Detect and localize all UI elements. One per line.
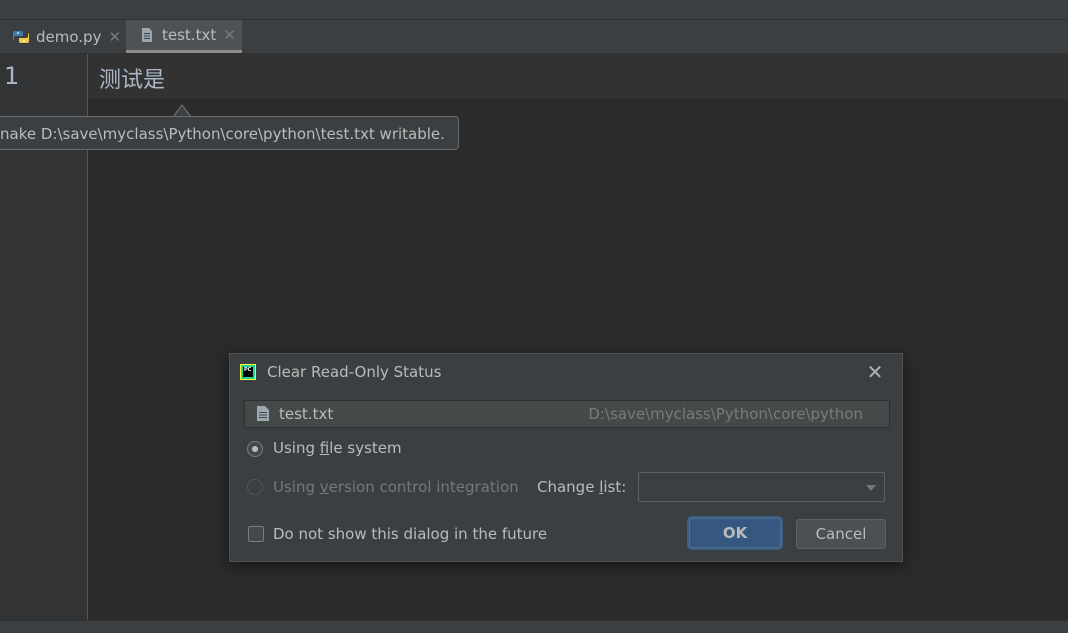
pycharm-logo-icon: PC (240, 364, 256, 380)
chevron-down-icon (866, 485, 876, 491)
change-list-label: Change list: (537, 478, 627, 496)
vcs-integration-label: Using version control integration (273, 478, 519, 496)
close-icon[interactable]: ✕ (223, 26, 236, 44)
editor-tab-bar: demo.py ✕ test.txt ✕ (0, 20, 1068, 54)
editor-content[interactable]: 测试是 (99, 62, 165, 94)
tab-label: test.txt (162, 26, 217, 44)
tab-test-txt[interactable]: test.txt ✕ (126, 20, 242, 53)
title-strip (0, 0, 1068, 20)
line-number: 1 (4, 62, 20, 90)
close-icon[interactable]: ✕ (108, 28, 121, 46)
python-file-icon (12, 28, 30, 46)
current-line-highlight (88, 54, 1068, 99)
tab-demo-py[interactable]: demo.py ✕ (8, 20, 124, 53)
clear-read-only-dialog: PC Clear Read-Only Status ✕ test.txt D:\… (229, 353, 903, 562)
status-bar (0, 620, 1068, 633)
writable-tooltip: nake D:\save\myclass\Python\core\python\… (0, 116, 459, 150)
vcs-integration-radio (247, 479, 263, 495)
tab-label: demo.py (36, 27, 102, 46)
ok-button[interactable]: OK (689, 518, 781, 548)
file-name: test.txt (279, 405, 334, 423)
file-list-item[interactable]: test.txt D:\save\myclass\Python\core\pyt… (244, 400, 890, 428)
cancel-button[interactable]: Cancel (796, 519, 886, 549)
text-file-icon (138, 26, 156, 44)
dialog-header: PC Clear Read-Only Status ✕ (230, 354, 902, 392)
file-system-radio[interactable] (247, 441, 263, 457)
do-not-show-checkbox[interactable] (248, 526, 264, 542)
close-icon[interactable]: ✕ (864, 361, 886, 383)
file-path: D:\save\myclass\Python\core\python (588, 405, 863, 423)
do-not-show-label[interactable]: Do not show this dialog in the future (273, 525, 547, 543)
dialog-title: Clear Read-Only Status (267, 363, 442, 381)
change-list-select[interactable] (638, 472, 885, 502)
text-file-icon (257, 406, 269, 421)
file-system-label[interactable]: Using file system (273, 439, 402, 457)
